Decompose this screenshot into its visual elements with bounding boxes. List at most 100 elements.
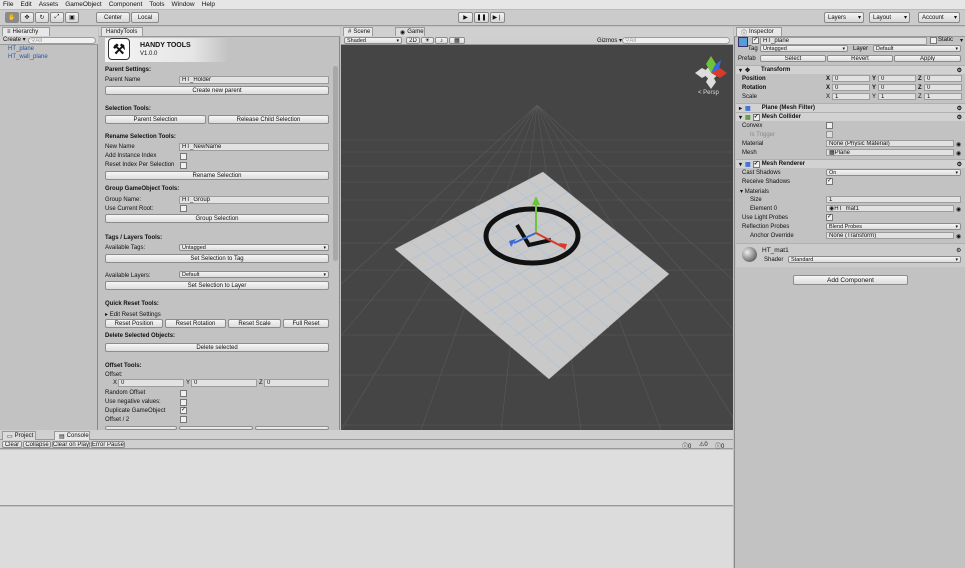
tab-hierarchy[interactable]: ≡ Hierarchy <box>2 27 50 36</box>
tab-console[interactable]: ▤ Console <box>54 431 90 440</box>
delete-selected-button[interactable]: Delete selected <box>105 343 329 352</box>
offset-half-checkbox[interactable] <box>180 416 187 423</box>
reset-index-checkbox[interactable] <box>180 162 187 169</box>
position-z-input[interactable]: 0 <box>924 75 962 82</box>
set-tag-button[interactable]: Set Selection to Tag <box>105 254 329 263</box>
rotation-z-input[interactable]: 0 <box>924 84 962 91</box>
set-layer-button[interactable]: Set Selection to Layer <box>105 281 329 290</box>
offset-y-input[interactable]: 0 <box>191 379 257 387</box>
rect-tool-icon[interactable]: ▣ <box>65 12 79 23</box>
mesh-renderer-header[interactable]: ▾ ▦ ✓ Mesh Renderer ⚙ <box>736 159 965 168</box>
tab-game[interactable]: ◉ Game <box>395 27 425 36</box>
mesh-filter-header[interactable]: ▸ ▦ Plane (Mesh Filter) ⚙ <box>736 103 965 112</box>
account-dropdown[interactable]: Account ▾ <box>918 12 960 23</box>
random-offset-checkbox[interactable] <box>180 390 187 397</box>
is-trigger-checkbox[interactable] <box>826 131 833 138</box>
parent-name-input[interactable]: HT_Holder <box>179 76 329 84</box>
layer-dropdown[interactable]: Default <box>873 45 961 52</box>
static-dropdown-icon[interactable]: ▾ <box>960 37 963 44</box>
layout-dropdown[interactable]: Layout ▾ <box>869 12 910 23</box>
tag-dropdown[interactable]: Untagged <box>760 45 848 52</box>
hand-tool-icon[interactable]: ✋ <box>5 12 19 23</box>
lighting-toggle-icon[interactable]: ☀ <box>421 37 434 44</box>
create-parent-button[interactable]: Create new parent <box>105 86 329 95</box>
play-button[interactable]: ▶ <box>458 12 473 23</box>
mesh-collider-header[interactable]: ▾ ▦ ✓ Mesh Collider ⚙ <box>736 112 965 121</box>
object-picker-icon[interactable]: ◉ <box>956 141 961 148</box>
console-warning-count[interactable]: ⚠0 <box>699 441 708 448</box>
mesh-field[interactable]: ▦ Plane <box>826 149 954 156</box>
2d-toggle-button[interactable]: 2D <box>406 37 420 44</box>
transform-header[interactable]: ▾ ✥ Transform ⚙ <box>736 65 965 74</box>
receive-shadows-checkbox[interactable]: ✓ <box>826 178 833 185</box>
shading-mode-dropdown[interactable]: Shaded <box>344 37 402 44</box>
perspective-label[interactable]: < Persp <box>698 90 719 96</box>
console-log-area[interactable] <box>0 450 733 506</box>
console-error-count[interactable]: ⓘ0 <box>715 441 724 450</box>
scene-orientation-gizmo[interactable] <box>695 56 727 89</box>
scene-search-input[interactable]: ⚲ All <box>622 37 730 44</box>
rotate-tool-icon[interactable]: ↻ <box>35 12 49 23</box>
hierarchy-create-dropdown[interactable]: Create ▾ <box>3 36 26 43</box>
edit-reset-foldout[interactable]: ▸ Edit Reset Settings <box>105 311 161 318</box>
console-detail-area[interactable] <box>0 507 733 568</box>
handy-scrollbar[interactable] <box>333 66 338 261</box>
full-reset-button[interactable]: Full Reset <box>283 319 329 328</box>
scale-x-input[interactable]: 1 <box>832 93 870 100</box>
use-root-checkbox[interactable] <box>180 205 187 212</box>
pivot-center-button[interactable]: Center <box>96 12 130 23</box>
physic-material-field[interactable]: None (Physic Material) <box>826 140 954 147</box>
tags-dropdown[interactable]: Untagged <box>179 244 329 251</box>
menu-edit[interactable]: Edit <box>20 1 31 8</box>
parent-selection-button[interactable]: Parent Selection <box>105 115 206 124</box>
settings-gear-icon[interactable]: ⚙ <box>956 247 961 254</box>
position-y-input[interactable]: 0 <box>878 75 916 82</box>
static-checkbox[interactable] <box>930 37 937 44</box>
prefab-revert-button[interactable]: Revert <box>827 55 893 62</box>
move-tool-icon[interactable]: ✥ <box>20 12 34 23</box>
menu-help[interactable]: Help <box>202 1 215 8</box>
hierarchy-search-input[interactable]: ⚲ All <box>28 37 96 44</box>
layers-dropdown[interactable]: Layers ▾ <box>824 12 864 23</box>
audio-toggle-icon[interactable]: ♪ <box>435 37 448 44</box>
active-checkbox[interactable]: ✓ <box>752 37 759 44</box>
add-component-button[interactable]: Add Component <box>793 275 908 285</box>
cast-shadows-dropdown[interactable]: On <box>826 169 961 176</box>
group-name-input[interactable]: HT_Group <box>179 196 329 204</box>
pause-button[interactable]: ❚❚ <box>474 12 489 23</box>
materials-foldout[interactable]: ▾ Materials <box>740 188 769 195</box>
console-error-pause-button[interactable]: Error Pause <box>91 441 125 448</box>
reset-rotation-button[interactable]: Reset Rotation <box>165 319 226 328</box>
settings-gear-icon[interactable]: ⚙ <box>957 105 962 112</box>
settings-gear-icon[interactable]: ⚙ <box>957 161 962 168</box>
anchor-override-field[interactable]: None (Transform) <box>826 232 954 239</box>
step-button[interactable]: ▶❘ <box>490 12 505 23</box>
position-x-input[interactable]: 0 <box>832 75 870 82</box>
object-picker-icon[interactable]: ◉ <box>956 206 961 213</box>
use-negative-checkbox[interactable] <box>180 399 187 406</box>
reset-scale-button[interactable]: Reset Scale <box>228 319 281 328</box>
rotation-y-input[interactable]: 0 <box>878 84 916 91</box>
rotation-x-input[interactable]: 0 <box>832 84 870 91</box>
tab-project[interactable]: ▭ Project <box>2 431 36 440</box>
reflection-probes-dropdown[interactable]: Blend Probes <box>826 223 961 230</box>
light-probes-checkbox[interactable]: ✓ <box>826 214 833 221</box>
plane-mesh[interactable] <box>394 171 670 380</box>
menu-tools[interactable]: Tools <box>149 1 164 8</box>
release-child-button[interactable]: Release Child Selection <box>208 115 329 124</box>
hierarchy-item[interactable]: HT_wall_plane <box>8 54 48 60</box>
menu-component[interactable]: Component <box>109 1 143 8</box>
console-clear-on-play-button[interactable]: Clear on Play <box>52 441 90 448</box>
gizmos-dropdown[interactable]: Gizmos ▾ <box>597 37 622 44</box>
element0-field[interactable]: ◉ HT_mat1 <box>826 205 954 212</box>
console-collapse-button[interactable]: Collapse <box>23 441 51 448</box>
pivot-local-button[interactable]: Local <box>131 12 159 23</box>
console-clear-button[interactable]: Clear <box>2 441 22 448</box>
duplicate-checkbox[interactable]: ✓ <box>180 407 187 414</box>
console-info-count[interactable]: ⓘ0 <box>682 441 691 450</box>
offset-x-input[interactable]: 0 <box>118 379 184 387</box>
offset-z-input[interactable]: 0 <box>264 379 329 387</box>
object-picker-icon[interactable]: ◉ <box>956 150 961 157</box>
effects-toggle-icon[interactable]: ▦ <box>449 37 465 44</box>
new-name-input[interactable]: HT_NewName <box>179 143 329 151</box>
